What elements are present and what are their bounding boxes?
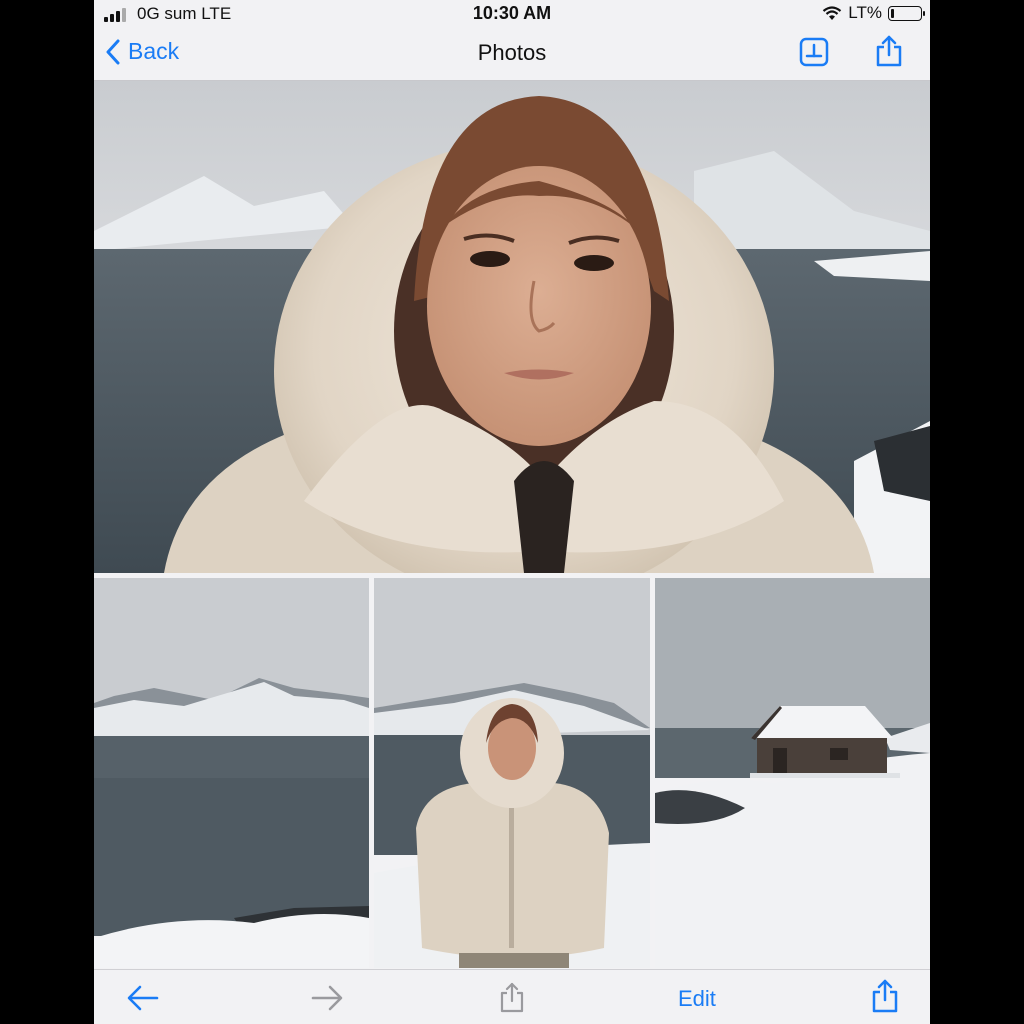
share-icon[interactable] xyxy=(874,34,904,68)
snowy-cabin-image xyxy=(655,578,930,968)
battery-icon xyxy=(888,5,925,21)
thumbnail-person-photo[interactable] xyxy=(374,578,650,968)
photos-screen: 0G sum LTE 10:30 AM LT% Back Photos Edit xyxy=(94,0,930,1024)
status-bar: 0G sum LTE 10:30 AM LT% xyxy=(94,0,930,28)
bottom-toolbar: Edit xyxy=(94,969,930,1024)
edit-button[interactable]: Edit xyxy=(678,986,716,1012)
portrait-fur-hood-image xyxy=(94,81,930,573)
navigation-bar: Back Photos xyxy=(94,28,930,81)
thumbnail-landscape-photo[interactable] xyxy=(94,578,369,968)
status-right-group: LT% xyxy=(822,3,925,23)
share-disabled-icon[interactable] xyxy=(499,980,525,1014)
arrow-left-icon[interactable] xyxy=(126,984,160,1012)
woman-fur-coat-image xyxy=(374,578,650,968)
arrow-right-icon[interactable] xyxy=(310,984,344,1012)
wifi-icon xyxy=(823,5,842,20)
hero-photo[interactable] xyxy=(94,81,930,573)
share-icon[interactable] xyxy=(870,978,900,1014)
snowy-sea-landscape-image xyxy=(94,578,369,968)
battery-label: LT% xyxy=(848,3,882,22)
save-to-device-icon[interactable] xyxy=(799,37,829,67)
thumbnail-cabin-photo[interactable] xyxy=(655,578,930,968)
status-time: 10:30 AM xyxy=(472,3,552,23)
